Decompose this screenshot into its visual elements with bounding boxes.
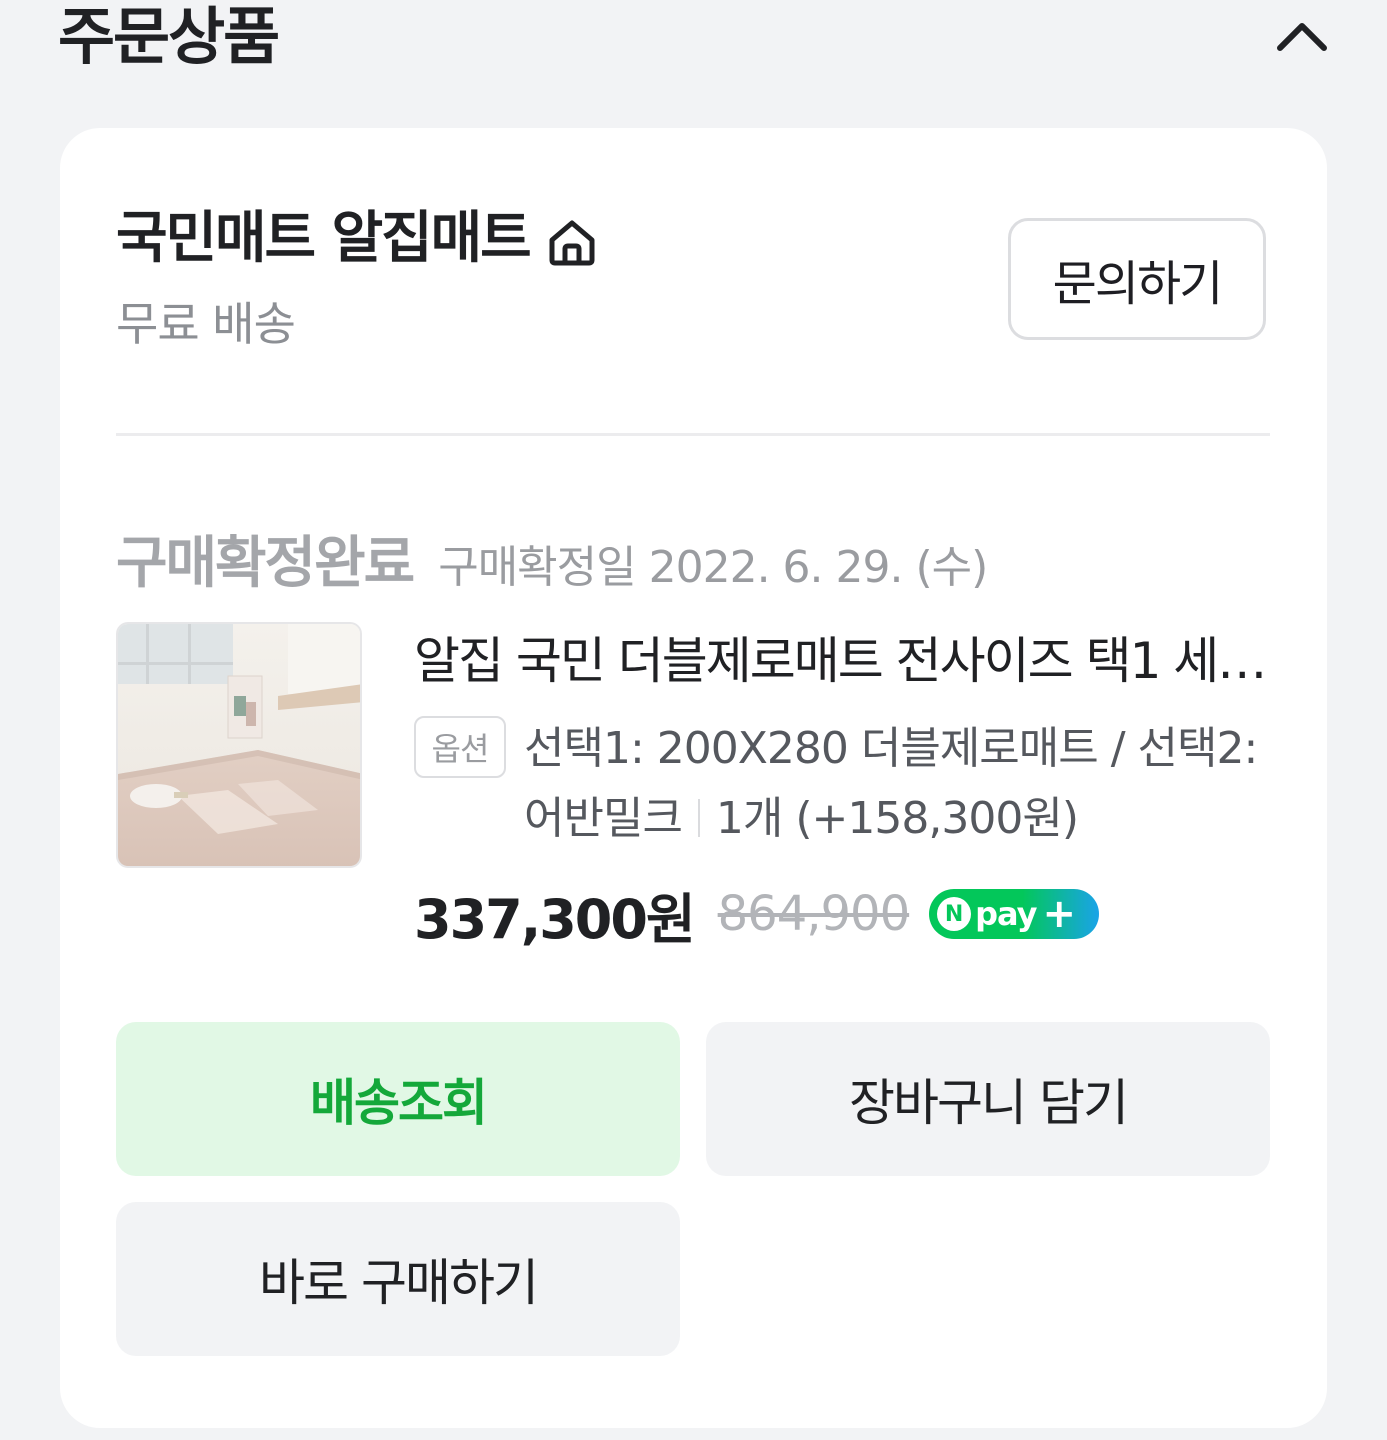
chevron-up-icon: [1277, 23, 1327, 51]
product-title[interactable]: 알집 국민 더블제로매트 전사이즈 택1 세트 1+1: [414, 630, 1270, 692]
product-price: 337,300원: [414, 887, 696, 951]
option-badge: 옵션: [414, 716, 506, 778]
option-separator: [697, 799, 700, 837]
collapse-button[interactable]: [1274, 10, 1330, 66]
buy-now-button[interactable]: 바로 구매하기: [116, 1202, 680, 1356]
price-row: 337,300원 864,900 N pay +: [414, 880, 1100, 951]
order-card: 국민매트 알집매트 무료 배송 문의하기 구매확정완료 구매확정일 2022. …: [60, 128, 1327, 1428]
npay-n-icon: N: [937, 897, 972, 931]
original-price: 864,900: [717, 886, 910, 942]
track-delivery-button[interactable]: 배송조회: [116, 1022, 680, 1176]
npay-plus-badge: N pay +: [929, 889, 1100, 939]
store-home-button[interactable]: [546, 216, 598, 268]
plus-icon: +: [1042, 891, 1077, 937]
shipping-info: 무료 배송: [116, 297, 296, 351]
product-thumbnail[interactable]: [116, 622, 362, 868]
divider: [116, 433, 1270, 436]
confirm-date: 구매확정일 2022. 6. 29. (수): [438, 542, 988, 593]
order-status: 구매확정완료: [116, 531, 415, 596]
add-to-cart-button[interactable]: 장바구니 담기: [706, 1022, 1270, 1176]
option-quantity: 1개 (+158,300원): [715, 793, 1079, 844]
store-name[interactable]: 국민매트 알집매트: [116, 206, 532, 272]
npay-label: pay: [975, 895, 1037, 933]
home-icon: [549, 220, 595, 266]
inquiry-button[interactable]: 문의하기: [1008, 218, 1266, 340]
order-items-header: 주문상품: [58, 0, 1338, 80]
product-image: [118, 624, 360, 866]
order-status-row: 구매확정완료 구매확정일 2022. 6. 29. (수): [116, 518, 988, 599]
option-details: 선택1: 200X280 더블제로매트 / 선택2: 어반밀크 1개 (+158,…: [524, 714, 1284, 854]
section-title: 주문상품: [58, 0, 280, 73]
